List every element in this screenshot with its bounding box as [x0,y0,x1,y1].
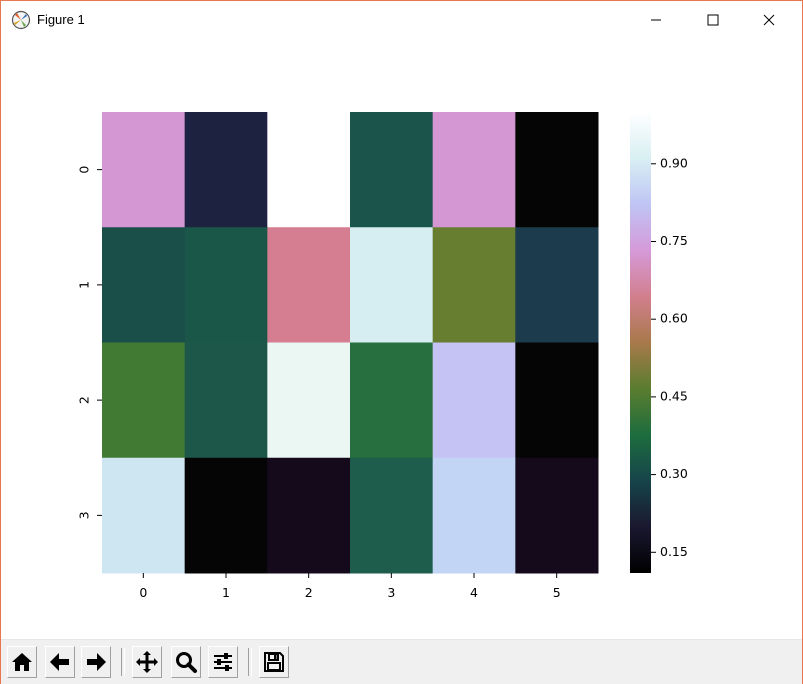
heatmap-cell [515,227,599,343]
heatmap-cell [432,342,516,459]
colorbar [630,112,651,573]
home-button[interactable] [7,646,37,678]
forward-button[interactable] [81,646,111,678]
heatmap-cell [432,457,516,574]
heatmap-cell [102,342,186,459]
save-button[interactable] [259,646,289,678]
heatmap-cell [515,342,599,459]
colorbar-axis: 0.15 0.30 0.45 0.60 0.75 0.90 [651,155,688,559]
minimize-button[interactable] [633,1,679,39]
heatmap-cell [184,457,268,574]
y-tick-label: 0 [77,166,92,174]
heatmap-cell [267,112,351,228]
heatmap-cells [102,112,599,574]
y-tick-label: 2 [77,396,92,404]
heatmap-cell [432,112,516,228]
heatmap-chart: 0 1 2 3 0 1 2 3 4 5 0.15 0.30 0.45 0.60 0.75 0.90 [77,112,688,600]
colorbar-tick-label: 0.60 [660,311,688,326]
pan-button[interactable] [132,646,162,678]
toolbar-separator [248,648,252,676]
heatmap-cell [432,227,516,343]
x-tick-label: 3 [387,585,395,600]
colorbar-tick-label: 0.75 [660,233,688,248]
navigation-toolbar [1,639,802,684]
heatmap-cell [102,112,186,228]
heatmap-cell [102,457,186,574]
heatmap-cell [350,457,434,574]
heatmap-cell [515,112,599,228]
maximize-icon [707,14,719,26]
heatmap-cell [267,342,351,459]
heatmap-cell [350,227,434,343]
figure-canvas[interactable]: 0 1 2 3 0 1 2 3 4 5 0.15 0.30 0.45 0.60 0.75 0.90 [1,39,802,639]
colorbar-tick-label: 0.30 [660,466,688,481]
configure-subplots-button[interactable] [208,646,238,678]
figure-window: Figure 1 0 1 2 3 0 1 2 3 4 5 0.15 0.30 0.45 0.60 0.7… [0,0,803,684]
toolbar-separator [121,648,125,676]
minimize-icon [651,19,661,21]
heatmap-cell [515,457,599,574]
heatmap-cell [350,342,434,459]
x-tick-label: 1 [222,585,230,600]
heatmap-cell [350,112,434,228]
matplotlib-icon [11,10,31,30]
y-tick-label: 1 [77,281,92,289]
x-axis: 0 1 2 3 4 5 [139,573,561,600]
heatmap-cell [267,227,351,343]
arrow-right-icon [87,653,106,671]
x-tick-label: 5 [553,585,561,600]
heatmap-cell [184,342,268,459]
y-tick-label: 3 [77,511,92,519]
title-bar[interactable]: Figure 1 [1,1,802,39]
heatmap-cell [184,112,268,228]
colorbar-tick-label: 0.45 [660,388,688,403]
close-icon [763,14,775,26]
close-button[interactable] [746,1,792,39]
x-tick-label: 4 [470,585,478,600]
move-icon [136,651,158,673]
x-tick-label: 0 [139,585,147,600]
arrow-left-icon [50,653,69,671]
window-title: Figure 1 [37,12,85,27]
zoom-button[interactable] [171,646,201,678]
y-axis: 0 1 2 3 [77,166,102,519]
colorbar-tick-label: 0.15 [660,544,688,559]
home-icon [12,653,32,671]
sliders-icon [214,653,232,671]
maximize-button[interactable] [690,1,736,39]
heatmap-cell [102,227,186,343]
colorbar-tick-label: 0.90 [660,155,688,170]
x-tick-label: 2 [305,585,313,600]
heatmap-cell [184,227,268,343]
floppy-disk-icon [264,652,284,672]
back-button[interactable] [45,646,75,678]
heatmap-cell [267,457,351,574]
magnifier-icon [176,652,197,673]
